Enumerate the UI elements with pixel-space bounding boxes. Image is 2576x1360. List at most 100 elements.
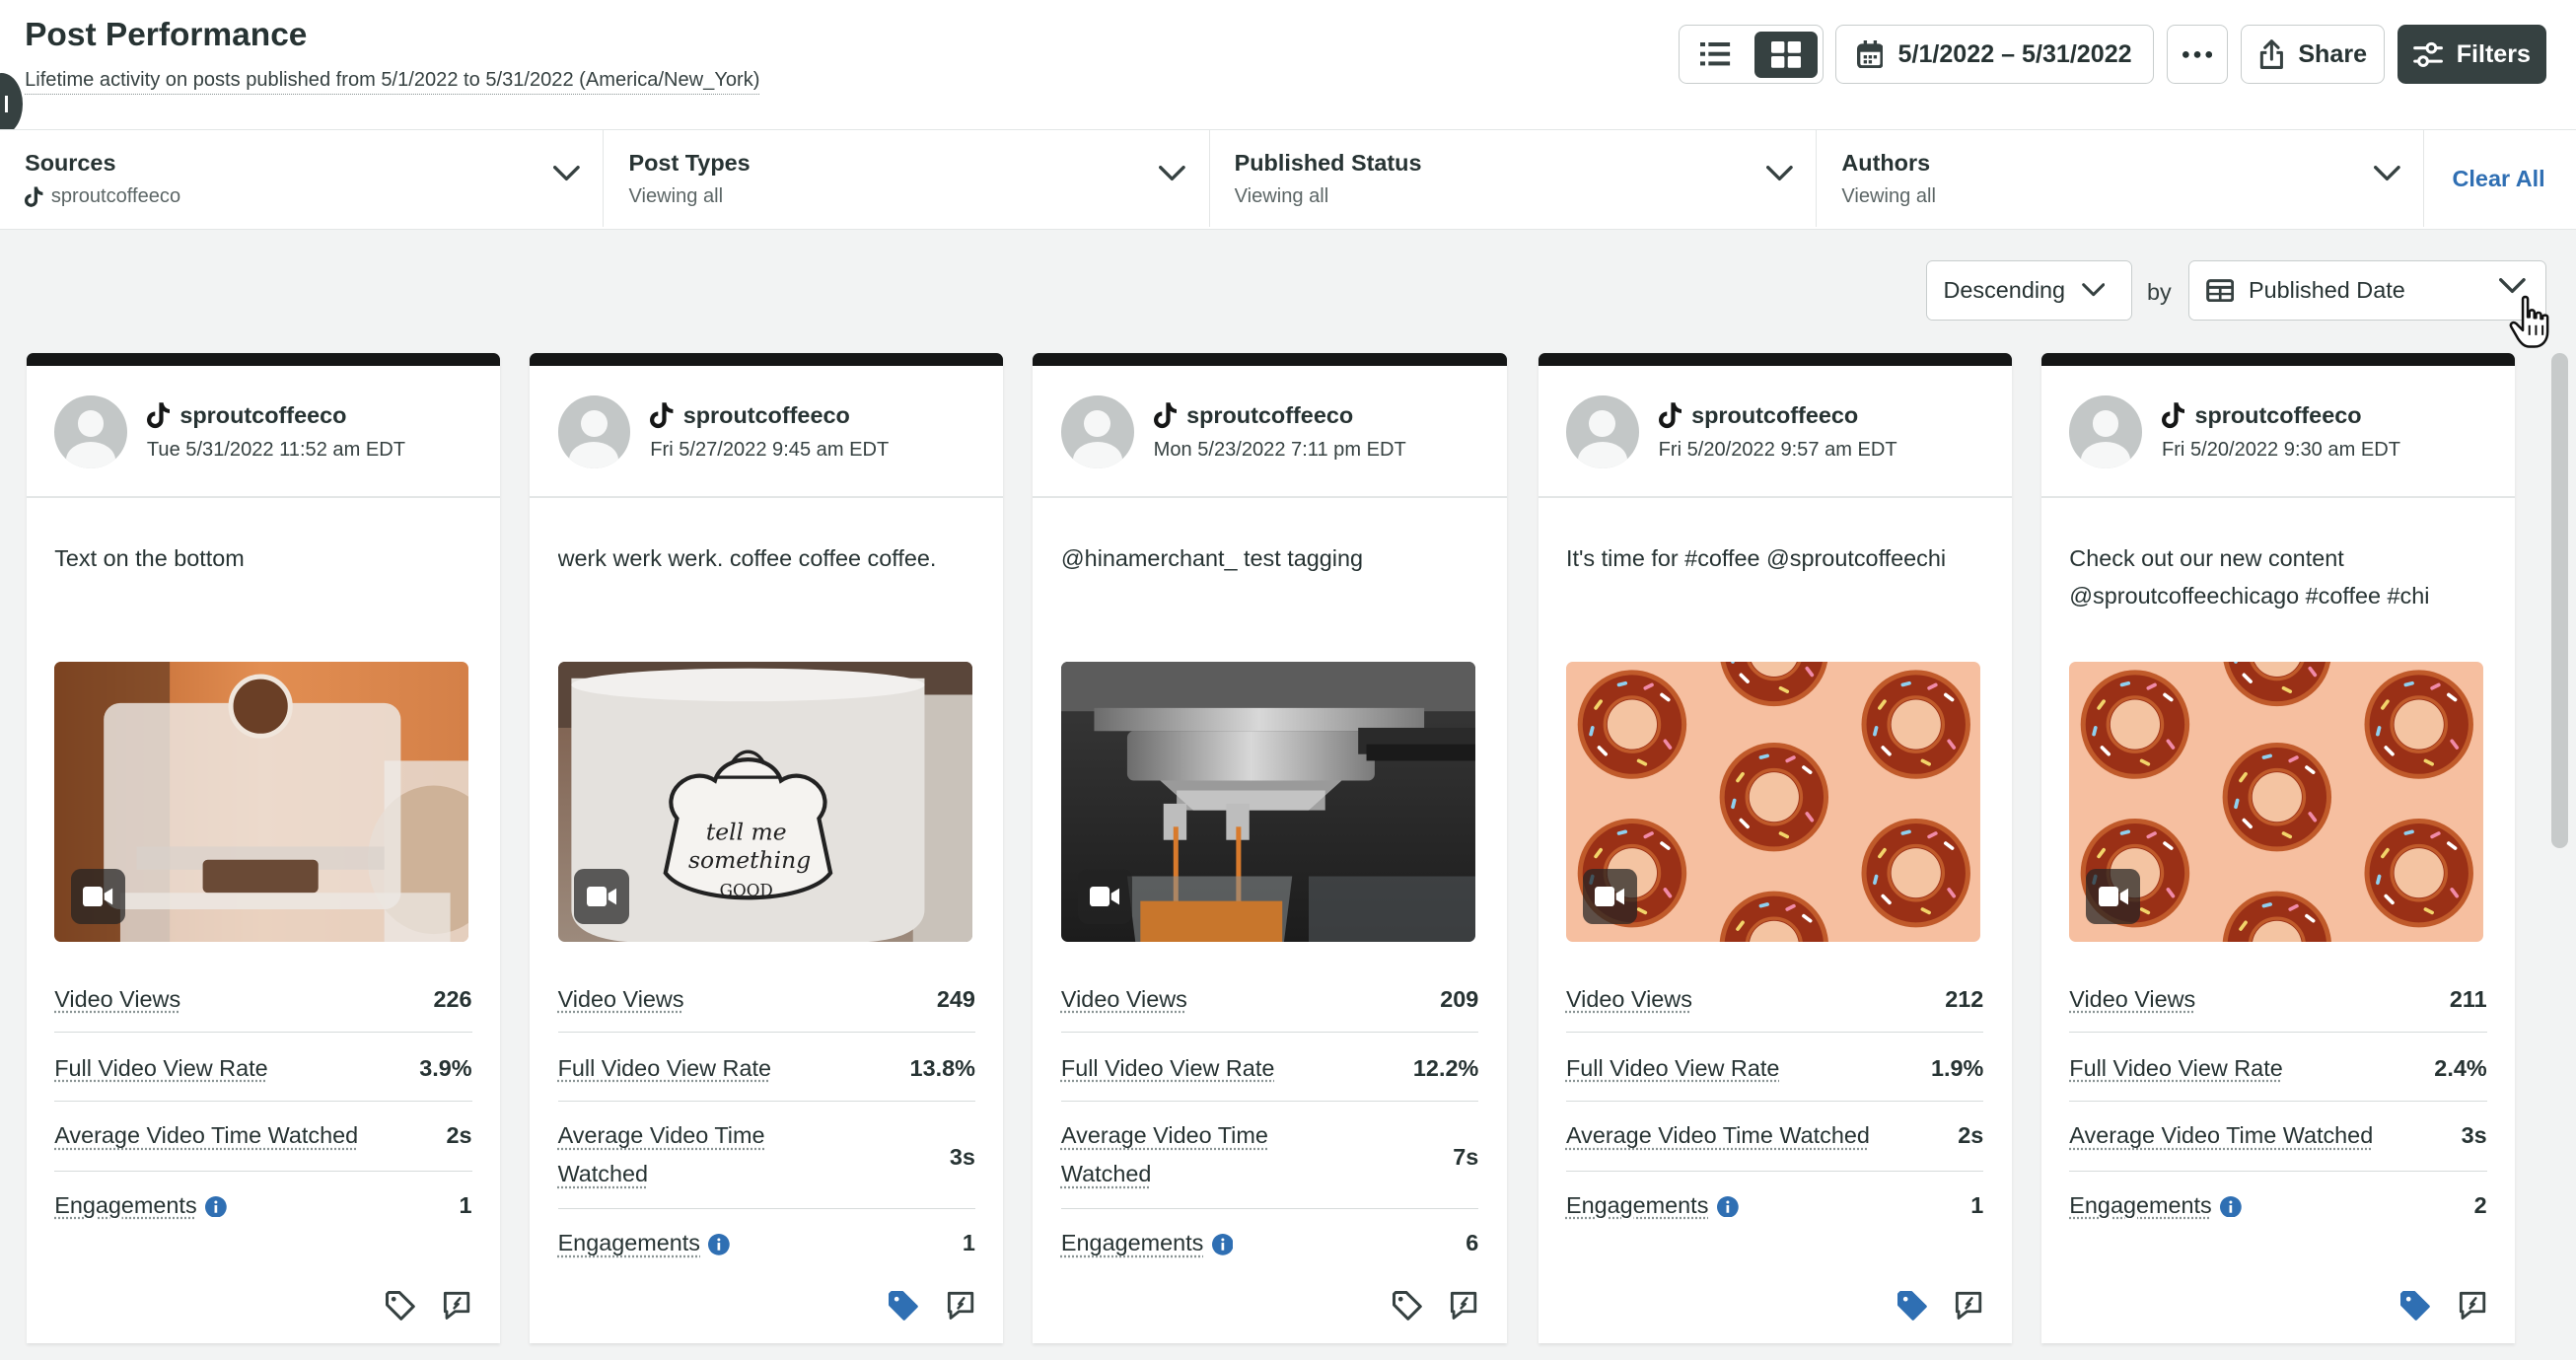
more-options-button[interactable] <box>2167 25 2228 85</box>
tag-icon[interactable] <box>385 1290 416 1322</box>
post-text: @hinamerchant_ test tagging <box>1061 539 1478 577</box>
post-date: Tue 5/31/2022 11:52 am EDT <box>146 438 405 461</box>
metric-label[interactable]: Average Video Time Watched <box>54 1116 358 1154</box>
pointer-cursor-icon <box>2510 295 2549 348</box>
list-view-button[interactable] <box>1684 32 1748 78</box>
post-card[interactable]: sproutcoffeeco Mon 5/23/2022 7:11 pm EDT… <box>1033 353 1507 1344</box>
post-card[interactable]: sproutcoffeeco Fri 5/20/2022 9:57 am EDT… <box>1538 353 2012 1344</box>
post-media[interactable] <box>2069 661 2484 943</box>
divider <box>530 496 1004 498</box>
filter-label: Published Status <box>1234 149 1422 176</box>
metric-label[interactable]: Engagements <box>1061 1224 1203 1261</box>
metric-label[interactable]: Average Video Time Watched <box>558 1116 765 1192</box>
filter-authors[interactable]: Authors Viewing all <box>1817 129 2425 228</box>
filter-value: Viewing all <box>1234 185 1329 208</box>
chevron-down-icon <box>2081 283 2106 297</box>
tag-icon[interactable] <box>1392 1290 1423 1322</box>
metric-row: Average Video Time Watched 3s <box>2069 1116 2487 1172</box>
avatar <box>557 395 631 468</box>
tag-filled-icon[interactable] <box>2399 1290 2431 1322</box>
tag-filled-icon[interactable] <box>888 1290 919 1322</box>
metric-row: Full Video View Rate 12.2% <box>1060 1049 1479 1103</box>
post-date: Fri 5/20/2022 9:57 am EDT <box>1658 438 1897 461</box>
metric-label[interactable]: Video Views <box>2069 980 2195 1018</box>
divider <box>26 496 500 498</box>
post-card[interactable]: sproutcoffeeco Tue 5/31/2022 11:52 am ED… <box>26 353 500 1344</box>
tiktok-icon <box>1658 402 1682 429</box>
post-text-line: @hinamerchant_ test tagging <box>1060 544 1364 571</box>
video-badge <box>70 869 126 924</box>
metric-label[interactable]: Full Video View Rate <box>2069 1049 2282 1087</box>
mug-text-line: something <box>688 846 811 874</box>
info-icon[interactable] <box>1716 1195 1739 1218</box>
post-text-line: Check out our new content <box>2069 544 2344 571</box>
post-media[interactable] <box>1565 661 1980 943</box>
metric-label[interactable]: Video Views <box>54 980 180 1018</box>
video-badge <box>574 869 629 924</box>
metric-label[interactable]: Average Video Time Watched <box>2069 1116 2373 1154</box>
metric-label[interactable]: Video Views <box>1061 980 1187 1018</box>
sort-order-select[interactable]: Descending <box>1925 260 2132 321</box>
tiktok-icon <box>650 402 674 429</box>
filter-post-types[interactable]: Post Types Viewing all <box>604 129 1210 228</box>
metric-label[interactable]: Full Video View Rate <box>1061 1049 1274 1087</box>
card-actions <box>1896 1290 1984 1322</box>
post-card[interactable]: sproutcoffeeco Fri 5/20/2022 9:30 am EDT… <box>2040 353 2516 1344</box>
calendar-icon <box>1856 39 1884 69</box>
chevron-down-icon <box>2499 278 2526 294</box>
clear-all-button[interactable]: Clear All <box>2453 166 2545 192</box>
metric-label[interactable]: Full Video View Rate <box>1566 1049 1779 1087</box>
metric-value: 2.4% <box>2434 1054 2487 1081</box>
metric-label[interactable]: Engagements <box>2069 1186 2211 1224</box>
reply-icon[interactable] <box>442 1290 471 1320</box>
metric-label[interactable]: Average Video Time Watched <box>1566 1116 1870 1154</box>
metric-label[interactable]: Full Video View Rate <box>558 1049 771 1087</box>
filter-published-status[interactable]: Published Status Viewing all <box>1210 129 1818 228</box>
metric-value: 1 <box>962 1230 975 1256</box>
metric-label[interactable]: Video Views <box>1566 980 1692 1018</box>
info-icon[interactable] <box>205 1195 227 1218</box>
share-button[interactable]: Share <box>2241 25 2385 85</box>
video-badge <box>2086 869 2141 924</box>
filter-sources[interactable]: Sources sproutcoffeeco <box>0 129 605 228</box>
reply-icon[interactable] <box>946 1290 975 1320</box>
metric-value: 7s <box>1453 1144 1479 1171</box>
info-icon[interactable] <box>2220 1195 2242 1218</box>
card-actions <box>1392 1290 1479 1322</box>
info-icon[interactable] <box>1211 1234 1234 1255</box>
metric-label[interactable]: Engagements <box>1566 1186 1708 1224</box>
post-media[interactable] <box>1060 661 1475 943</box>
reply-icon[interactable] <box>2458 1290 2487 1320</box>
filter-label: Authors <box>1841 149 1931 176</box>
sort-by-label: by <box>2146 278 2172 305</box>
post-card[interactable]: sproutcoffeeco Fri 5/27/2022 9:45 am EDT… <box>530 353 1004 1344</box>
post-account: sproutcoffeeco <box>650 402 850 429</box>
post-text: werk werk werk. coffee coffee coffee. <box>558 539 975 577</box>
filter-bar: Sources sproutcoffeeco Post Types Viewin… <box>0 128 2576 230</box>
reply-icon[interactable] <box>1954 1290 1983 1320</box>
post-account: sproutcoffeeco <box>146 402 346 429</box>
post-text: Text on the bottom <box>54 539 471 577</box>
tag-filled-icon[interactable] <box>1896 1290 1928 1322</box>
info-icon[interactable] <box>708 1234 731 1255</box>
grid-view-button[interactable] <box>1754 31 1818 78</box>
filters-button[interactable]: Filters <box>2397 25 2546 85</box>
metric-row: Video Views 249 <box>557 980 975 1034</box>
share-icon <box>2260 39 2284 70</box>
metric-label[interactable]: Engagements <box>54 1186 196 1224</box>
date-range-button[interactable]: 5/1/2022 – 5/31/2022 <box>1834 25 2154 85</box>
metric-label[interactable]: Average Video Time Watched <box>1061 1116 1268 1192</box>
reply-icon[interactable] <box>1449 1290 1478 1320</box>
metric-label[interactable]: Video Views <box>558 980 684 1018</box>
chevron-down-icon <box>1159 166 1186 181</box>
sort-field-select[interactable]: Published Date <box>2187 260 2546 321</box>
post-media[interactable]: tell me something GOOD <box>557 661 972 943</box>
filter-value: sproutcoffeeco <box>25 185 180 208</box>
post-media[interactable] <box>54 661 469 943</box>
metric-label[interactable]: Full Video View Rate <box>54 1049 267 1087</box>
chevron-down-icon <box>1766 166 1793 181</box>
metric-label[interactable]: Engagements <box>558 1224 700 1261</box>
vertical-scrollbar[interactable] <box>2550 353 2568 849</box>
metric-value: 3.9% <box>419 1054 472 1081</box>
share-label: Share <box>2298 39 2368 68</box>
